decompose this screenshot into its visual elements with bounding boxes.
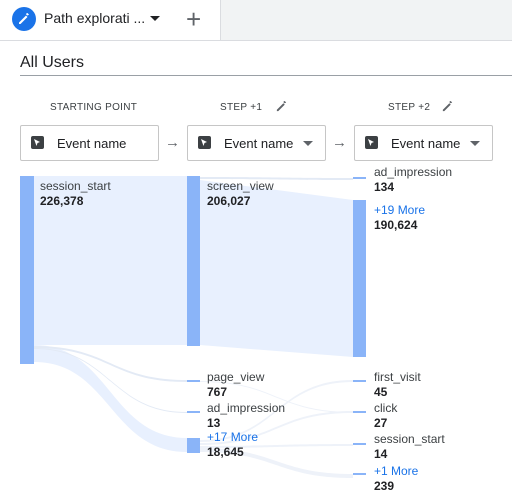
node-label: first_visit [374, 370, 421, 384]
node-label: session_start [374, 432, 445, 446]
node-step2-plus1-more[interactable] [353, 473, 366, 475]
more-link[interactable]: +17 More [207, 430, 258, 444]
node-step2-session_start[interactable] [353, 443, 366, 445]
node-label: ad_impression [374, 165, 453, 179]
path-sankey [20, 176, 366, 478]
node-step1-more[interactable] [187, 438, 200, 453]
node-label: page_view [207, 370, 265, 384]
node-value: 206,027 [207, 194, 251, 208]
node-value: 767 [207, 385, 228, 399]
node-step2-first_visit[interactable] [353, 380, 366, 382]
node-step1-screen_view[interactable] [187, 176, 200, 346]
node-value: 27 [374, 416, 388, 430]
node-label: ad_impression [207, 401, 286, 415]
node-step2-more[interactable] [353, 200, 366, 357]
node-label: click [374, 401, 398, 415]
node-step2-click[interactable] [353, 411, 366, 413]
node-step1-page_view[interactable] [187, 380, 200, 382]
node-start-session_start[interactable] [20, 176, 34, 364]
node-value: 134 [374, 180, 395, 194]
node-value: 14 [374, 447, 388, 461]
more-link[interactable]: +1 More [374, 464, 418, 478]
link-start-more [34, 345, 187, 452]
node-value: 226,378 [40, 194, 84, 208]
node-value: 13 [207, 416, 221, 430]
more-link[interactable]: +19 More [374, 203, 425, 217]
node-label: screen_view [207, 179, 274, 193]
node-value: 45 [374, 385, 388, 399]
node-value: 18,645 [207, 445, 244, 459]
node-value: 239 [374, 479, 395, 493]
node-value: 190,624 [374, 218, 418, 232]
node-step2-ad_impression[interactable] [353, 177, 366, 179]
node-step1-ad_impression[interactable] [187, 411, 200, 413]
node-label: session_start [40, 179, 111, 193]
